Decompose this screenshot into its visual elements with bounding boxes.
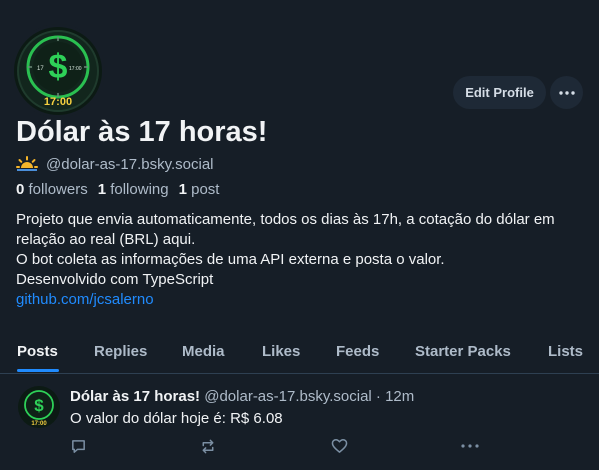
bio-line: Projeto que envia automaticamente, todos… — [16, 211, 555, 228]
post-author-name[interactable]: Dólar às 17 horas! — [70, 388, 200, 405]
profile-stats: 0 followers 1 following 1 post — [16, 181, 219, 198]
tab-feeds[interactable]: Feeds — [336, 343, 379, 360]
tab-starter-packs[interactable]: Starter Packs — [415, 343, 511, 360]
posts-label: post — [191, 181, 220, 198]
bio-line: O bot coleta as informações de uma API e… — [16, 251, 445, 268]
tab-media[interactable]: Media — [182, 343, 225, 360]
avatar-dial-left: 17 — [37, 66, 44, 72]
following-stat[interactable]: 1 following — [98, 181, 169, 198]
tab-replies[interactable]: Replies — [94, 343, 147, 360]
post-item[interactable]: $ 17:00 Dólar às 17 horas! @dolar-as-17.… — [0, 375, 599, 470]
profile-display-name: Dólar às 17 horas! — [16, 116, 268, 148]
more-options-button[interactable] — [550, 76, 583, 109]
posts-stat: 1 post — [179, 181, 220, 198]
ellipsis-icon — [461, 444, 479, 448]
avatar-clock-text: 17:00 — [44, 96, 72, 108]
ellipsis-icon — [558, 90, 575, 95]
avatar-dollar-symbol: $ — [49, 48, 68, 86]
post-more-button[interactable] — [460, 436, 480, 456]
followers-label: followers — [28, 181, 88, 198]
posts-count: 1 — [178, 181, 187, 198]
like-button[interactable] — [329, 436, 349, 456]
following-count: 1 — [97, 181, 107, 198]
heart-icon — [331, 438, 347, 453]
sun-horizon-icon — [16, 156, 38, 171]
post-author-avatar[interactable]: $ 17:00 — [18, 386, 60, 428]
edit-profile-button[interactable]: Edit Profile — [453, 76, 546, 109]
post-author-handle[interactable]: @dolar-as-17.bsky.social — [204, 388, 372, 405]
tab-likes[interactable]: Likes — [262, 343, 300, 360]
following-label: following — [110, 181, 169, 198]
bio-line: relação ao real (BRL) aqui. — [16, 231, 196, 248]
post-text: O valor do dólar hoje é: R$ 6.08 — [70, 410, 283, 427]
bio-line: Desenvolvido com TypeScript — [16, 271, 214, 288]
post-avatar-dollar-symbol: $ — [34, 396, 44, 415]
dollar-clock-avatar-icon: 17 17:00 $ 17:00 — [14, 27, 102, 115]
profile-tabs: Posts Replies Media Likes Feeds Starter … — [0, 332, 599, 374]
followers-count: 0 — [16, 181, 25, 198]
tab-posts[interactable]: Posts — [17, 343, 58, 360]
profile-handle: @dolar-as-17.bsky.social — [46, 155, 214, 173]
bio-github-link[interactable]: github.com/jcsalerno — [16, 290, 586, 310]
post-header: Dólar às 17 horas! @dolar-as-17.bsky.soc… — [70, 388, 414, 405]
profile-bio: Projeto que envia automaticamente, todos… — [16, 210, 586, 310]
active-tab-indicator — [17, 369, 59, 372]
tab-lists[interactable]: Lists — [548, 343, 583, 360]
avatar-dial-right: 17:00 — [69, 66, 82, 72]
followers-stat[interactable]: 0 followers — [16, 181, 88, 198]
post-avatar-clock-text: 17:00 — [31, 421, 47, 427]
profile-avatar[interactable]: 17 17:00 $ 17:00 — [11, 24, 105, 118]
handle-row: @dolar-as-17.bsky.social — [16, 154, 214, 174]
reply-button[interactable] — [68, 436, 88, 456]
post-timestamp[interactable]: 12m — [385, 388, 414, 405]
repost-button[interactable] — [198, 436, 218, 456]
reply-icon — [71, 439, 85, 453]
post-separator: · — [375, 388, 381, 405]
repost-icon — [202, 439, 214, 453]
